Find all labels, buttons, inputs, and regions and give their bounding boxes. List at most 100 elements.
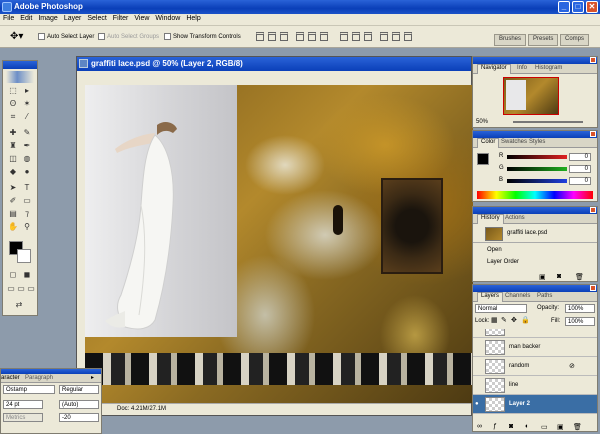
marquee-tool-icon[interactable]: ⬚ — [7, 85, 19, 96]
eyedropper-tool-icon[interactable]: ⁊ — [21, 208, 33, 219]
fill-input[interactable]: 100% — [565, 317, 595, 326]
tab-channels[interactable]: Channels — [505, 293, 530, 299]
adjustment-layer-icon[interactable]: ◐ — [525, 423, 529, 430]
auto-select-layer-checkbox[interactable]: Auto Select Layer — [38, 33, 94, 40]
close-icon[interactable] — [590, 131, 596, 137]
tab-swatches[interactable]: Swatches — [501, 139, 527, 145]
tab-character[interactable]: aracter — [1, 375, 20, 381]
kerning-select[interactable]: Metrics — [3, 413, 43, 422]
tab-paths[interactable]: Paths — [537, 293, 552, 299]
distribute-bottom-icon[interactable] — [364, 32, 372, 41]
history-snapshot-icon[interactable]: ◙ — [557, 273, 561, 280]
menu-help[interactable]: Help — [183, 14, 203, 23]
lasso-tool-icon[interactable]: ʘ — [7, 98, 19, 109]
history-brush-tool-icon[interactable]: ✒ — [21, 140, 33, 151]
new-group-icon[interactable]: ▭ — [541, 423, 548, 431]
tab-history[interactable]: History — [477, 214, 504, 224]
menu-view[interactable]: View — [131, 14, 152, 23]
path-selection-tool-icon[interactable]: ➤ — [7, 182, 19, 193]
distribute-vcenter-icon[interactable] — [352, 32, 360, 41]
tab-layers[interactable]: Layers — [477, 292, 504, 302]
channel-g-slider[interactable] — [507, 167, 567, 171]
font-size-select[interactable]: 24 pt — [3, 400, 43, 409]
trash-icon[interactable]: 🗑 — [573, 423, 582, 431]
clone-stamp-tool-icon[interactable]: ♜ — [7, 140, 19, 151]
close-icon[interactable] — [590, 57, 596, 63]
channel-b-slider[interactable] — [507, 179, 567, 183]
distribute-left-icon[interactable] — [380, 32, 388, 41]
font-family-select[interactable]: Ostamp — [3, 385, 55, 394]
navigator-zoom[interactable]: 50% — [476, 119, 488, 125]
tab-color[interactable]: Color — [477, 138, 500, 148]
new-layer-icon[interactable]: ▣ — [557, 423, 564, 431]
tab-styles[interactable]: Styles — [529, 139, 545, 145]
leading-select[interactable]: (Auto) — [59, 400, 99, 409]
trash-icon[interactable]: 🗑 — [575, 273, 584, 281]
maximize-button[interactable]: □ — [572, 1, 584, 13]
color-foreground-swatch[interactable] — [477, 153, 489, 165]
lock-position-icon[interactable]: ✥ — [511, 316, 517, 324]
zoom-tool-icon[interactable]: ⚲ — [21, 221, 33, 232]
tab-info[interactable]: Info — [517, 65, 527, 71]
align-bottom-icon[interactable] — [280, 32, 288, 41]
shape-tool-icon[interactable]: ▭ — [21, 195, 33, 206]
slice-tool-icon[interactable]: ⁄ — [21, 111, 33, 122]
well-tab-brushes[interactable]: Brushes — [494, 34, 527, 46]
eye-icon[interactable]: ● — [475, 401, 483, 407]
hand-tool-icon[interactable]: ✋ — [7, 221, 19, 232]
history-item-layer-order[interactable]: Layer Order — [487, 259, 519, 265]
history-new-document-icon[interactable]: ▣ — [539, 273, 546, 281]
navigator-thumbnail[interactable] — [503, 77, 559, 115]
menu-file[interactable]: File — [0, 14, 17, 23]
distribute-right-icon[interactable] — [404, 32, 412, 41]
history-snapshot-row[interactable]: graffiti lace.psd — [473, 225, 597, 243]
type-tool-icon[interactable]: T — [21, 182, 33, 193]
channel-g-value[interactable]: 0 — [569, 165, 591, 173]
jump-to-imageready-icon[interactable]: ⇄ — [13, 299, 25, 310]
paint-bucket-tool-icon[interactable]: ◍ — [21, 153, 33, 164]
pen-tool-icon[interactable]: ✐ — [7, 195, 19, 206]
link-layers-icon[interactable]: ∞ — [477, 423, 482, 430]
add-mask-icon[interactable]: ◙ — [509, 423, 513, 430]
close-icon[interactable] — [590, 285, 596, 291]
background-color-swatch[interactable] — [17, 249, 31, 263]
auto-select-groups-checkbox[interactable]: Auto Select Groups — [98, 33, 159, 40]
blend-mode-select[interactable]: Normal — [475, 304, 527, 313]
lock-transparent-icon[interactable]: ▦ — [491, 316, 498, 324]
font-style-select[interactable]: Regular — [59, 385, 99, 394]
color-spectrum-bar[interactable] — [477, 191, 593, 199]
layer-row-layer-2[interactable]: ● Layer 2 — [473, 395, 597, 414]
align-right-icon[interactable] — [320, 32, 328, 41]
history-item-open[interactable]: Open — [487, 247, 502, 253]
add-layer-style-icon[interactable]: ƒ — [493, 423, 497, 430]
tracking-select[interactable]: -20 — [59, 413, 99, 422]
crop-tool-icon[interactable]: ⌗ — [7, 111, 19, 122]
navigator-zoom-slider[interactable] — [513, 121, 583, 123]
panel-menu-icon[interactable]: ▸ — [91, 374, 94, 381]
tab-navigator[interactable]: Navigator — [477, 64, 511, 74]
menu-layer[interactable]: Layer — [61, 14, 85, 23]
layer-row-random[interactable]: random ⊘ — [473, 357, 597, 376]
brush-tool-icon[interactable]: ✎ — [21, 127, 33, 138]
align-left-icon[interactable] — [296, 32, 304, 41]
layer-row-line[interactable]: line — [473, 376, 597, 395]
opacity-input[interactable]: 100% — [565, 304, 595, 313]
healing-brush-tool-icon[interactable]: ✚ — [7, 127, 19, 138]
document-canvas[interactable] — [85, 85, 473, 403]
magic-wand-tool-icon[interactable]: ✶ — [21, 98, 33, 109]
screen-mode-full-icon[interactable]: ▭ — [25, 283, 37, 294]
channel-r-value[interactable]: 0 — [569, 153, 591, 161]
distribute-hcenter-icon[interactable] — [392, 32, 400, 41]
menu-filter[interactable]: Filter — [110, 14, 132, 23]
menu-edit[interactable]: Edit — [17, 14, 35, 23]
menu-window[interactable]: Window — [152, 14, 183, 23]
blur-tool-icon[interactable]: ◆ — [7, 166, 19, 177]
eraser-tool-icon[interactable]: ◫ — [7, 153, 19, 164]
minimize-button[interactable]: _ — [558, 1, 570, 13]
align-hcenter-icon[interactable] — [308, 32, 316, 41]
channel-b-value[interactable]: 0 — [569, 177, 591, 185]
align-top-icon[interactable] — [256, 32, 264, 41]
lock-all-icon[interactable]: 🔒 — [521, 316, 530, 324]
tab-histogram[interactable]: Histogram — [535, 65, 562, 71]
tab-actions[interactable]: Actions — [505, 215, 525, 221]
